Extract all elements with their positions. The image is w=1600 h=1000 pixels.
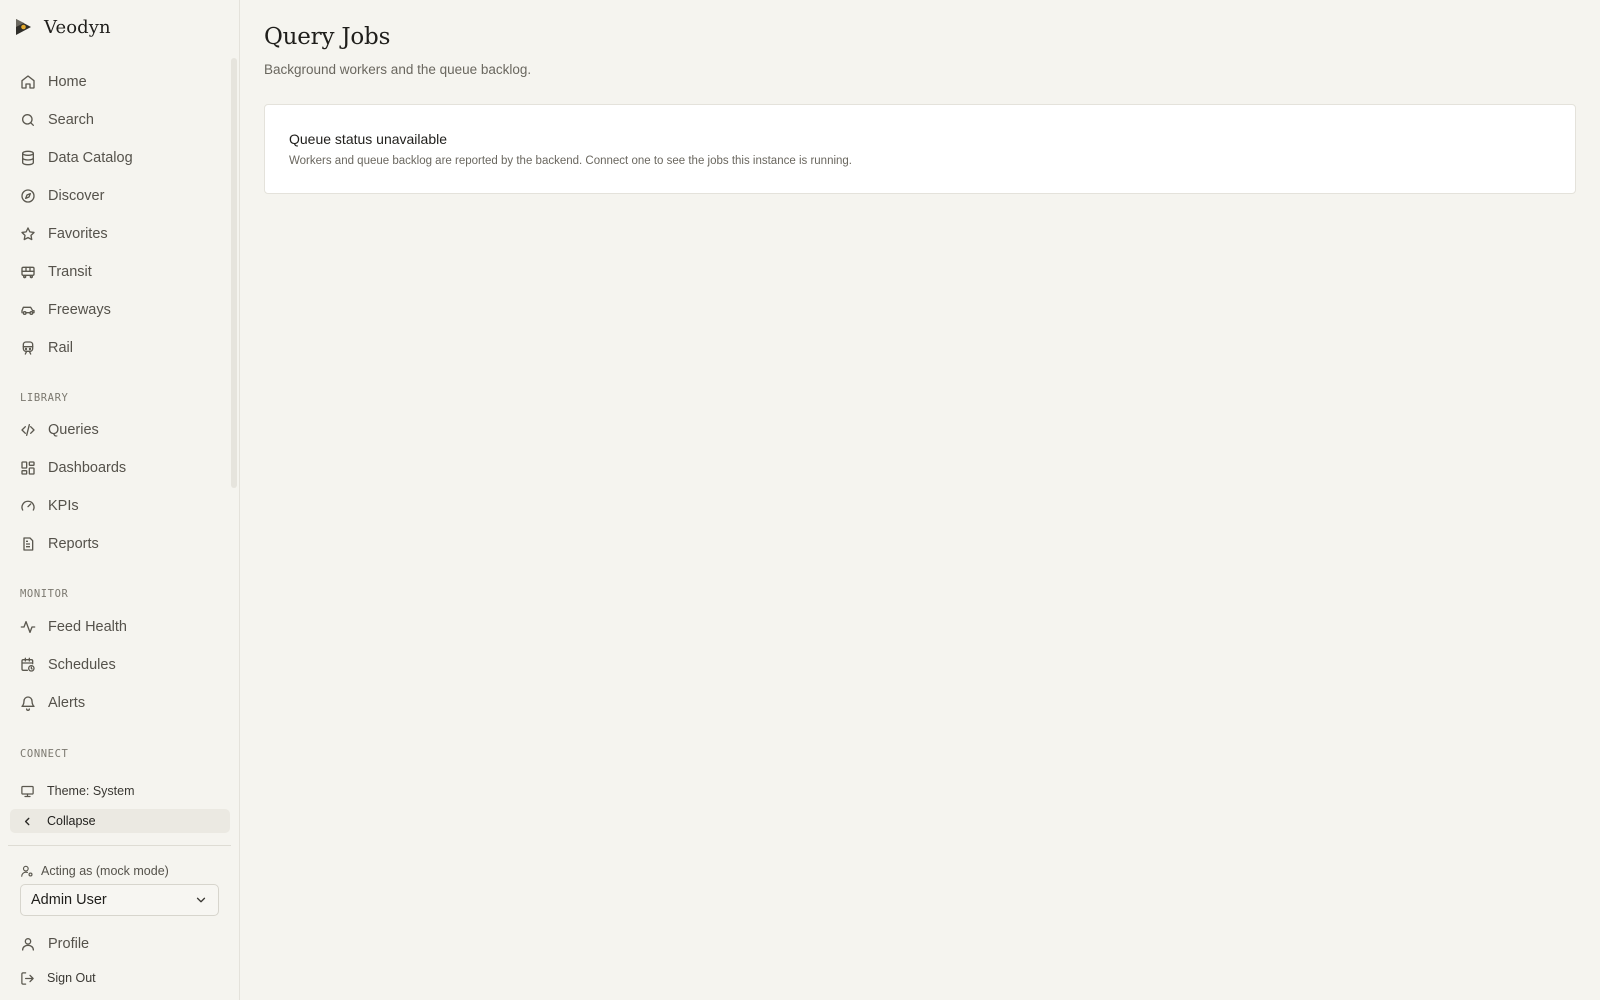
user-cog-icon	[21, 865, 33, 877]
sidebar-divider	[8, 845, 231, 846]
code-icon	[21, 424, 35, 436]
chevron-down-icon	[196, 897, 206, 903]
activity-icon	[20, 621, 36, 633]
sidebar-item-label: Data Catalog	[48, 149, 133, 166]
calendar-clock-icon	[21, 657, 35, 672]
queue-status-card: Queue status unavailable Workers and que…	[264, 104, 1576, 194]
brand-name: Veodyn	[44, 16, 111, 38]
acting-as-label: Acting as (mock mode)	[20, 864, 169, 878]
database-icon	[22, 150, 34, 166]
sidebar: Veodyn Home Search Data Catalog Discover…	[0, 0, 240, 1000]
section-label-monitor: MONITOR	[20, 588, 69, 600]
sign-out-label: Sign Out	[47, 971, 96, 985]
sidebar-item-data-catalog[interactable]: Data Catalog	[10, 142, 230, 174]
section-label-connect: CONNECT	[20, 748, 69, 760]
page-title: Query Jobs	[264, 24, 391, 50]
sidebar-item-transit[interactable]: Transit	[10, 256, 230, 288]
theme-label: Theme: System	[47, 784, 135, 798]
sidebar-item-reports[interactable]: Reports	[10, 528, 230, 560]
card-text: Workers and queue backlog are reported b…	[289, 155, 853, 167]
log-out-icon	[21, 971, 34, 985]
sidebar-item-favorites[interactable]: Favorites	[10, 218, 230, 250]
sidebar-item-label: Discover	[48, 187, 105, 204]
train-icon	[22, 341, 34, 355]
sidebar-item-rail[interactable]: Rail	[10, 332, 230, 364]
sidebar-item-label: Reports	[48, 535, 99, 552]
file-text-icon	[23, 537, 34, 551]
sidebar-item-label: Rail	[48, 339, 73, 356]
sidebar-scrollbar[interactable]	[231, 58, 237, 488]
sidebar-item-label: Home	[48, 73, 87, 90]
sidebar-item-label: Transit	[48, 263, 92, 280]
sidebar-item-discover[interactable]: Discover	[10, 180, 230, 212]
search-icon	[22, 114, 34, 126]
chevron-left-icon	[24, 817, 30, 825]
sidebar-item-feed-health[interactable]: Feed Health	[10, 611, 230, 643]
bus-icon	[21, 266, 35, 279]
home-icon	[21, 75, 35, 89]
sidebar-item-label: Freeways	[48, 301, 111, 318]
bell-icon	[21, 696, 35, 711]
car-icon	[21, 306, 35, 315]
sidebar-item-label: Queries	[48, 421, 99, 438]
sidebar-item-label: Alerts	[48, 694, 86, 711]
sidebar-item-alerts[interactable]: Alerts	[10, 687, 230, 719]
section-label-library: LIBRARY	[20, 392, 69, 404]
sidebar-item-label: Profile	[48, 935, 90, 952]
theme-toggle[interactable]: Theme: System	[10, 779, 230, 803]
sidebar-item-label: Favorites	[48, 225, 108, 242]
collapse-label: Collapse	[47, 814, 96, 828]
sidebar-item-label: Feed Health	[48, 618, 127, 635]
star-icon	[21, 227, 35, 241]
sidebar-item-search[interactable]: Search	[10, 104, 230, 136]
page-subtitle: Background workers and the queue backlog…	[264, 62, 532, 77]
card-title: Queue status unavailable	[289, 131, 447, 147]
sidebar-item-freeways[interactable]: Freeways	[10, 294, 230, 326]
dashboard-icon	[21, 461, 35, 475]
collapse-button[interactable]: Collapse	[10, 809, 230, 833]
acting-as-text: Acting as (mock mode)	[41, 864, 169, 878]
sidebar-item-schedules[interactable]: Schedules	[10, 649, 230, 681]
sidebar-item-label: KPIs	[48, 497, 79, 514]
sidebar-item-profile[interactable]: Profile	[10, 928, 230, 960]
sidebar-item-label: Dashboards	[48, 459, 127, 476]
gauge-icon	[21, 500, 35, 511]
sidebar-item-label: Schedules	[48, 656, 116, 673]
acting-user-value: Admin User	[31, 892, 107, 908]
acting-user-select[interactable]: Admin User	[20, 884, 219, 916]
sidebar-item-label: Search	[48, 111, 94, 128]
sidebar-item-home[interactable]: Home	[10, 66, 230, 98]
user-icon	[22, 938, 34, 951]
brand[interactable]: Veodyn	[12, 14, 111, 40]
monitor-icon	[21, 785, 34, 797]
sidebar-item-dashboards[interactable]: Dashboards	[10, 452, 230, 484]
main-content: Query Jobs Background workers and the qu…	[240, 0, 1600, 1000]
sidebar-item-kpis[interactable]: KPIs	[10, 490, 230, 522]
sign-out-button[interactable]: Sign Out	[10, 966, 230, 990]
sidebar-item-queries[interactable]: Queries	[10, 414, 230, 446]
veodyn-logo-icon	[16, 19, 31, 35]
compass-icon	[21, 189, 35, 203]
